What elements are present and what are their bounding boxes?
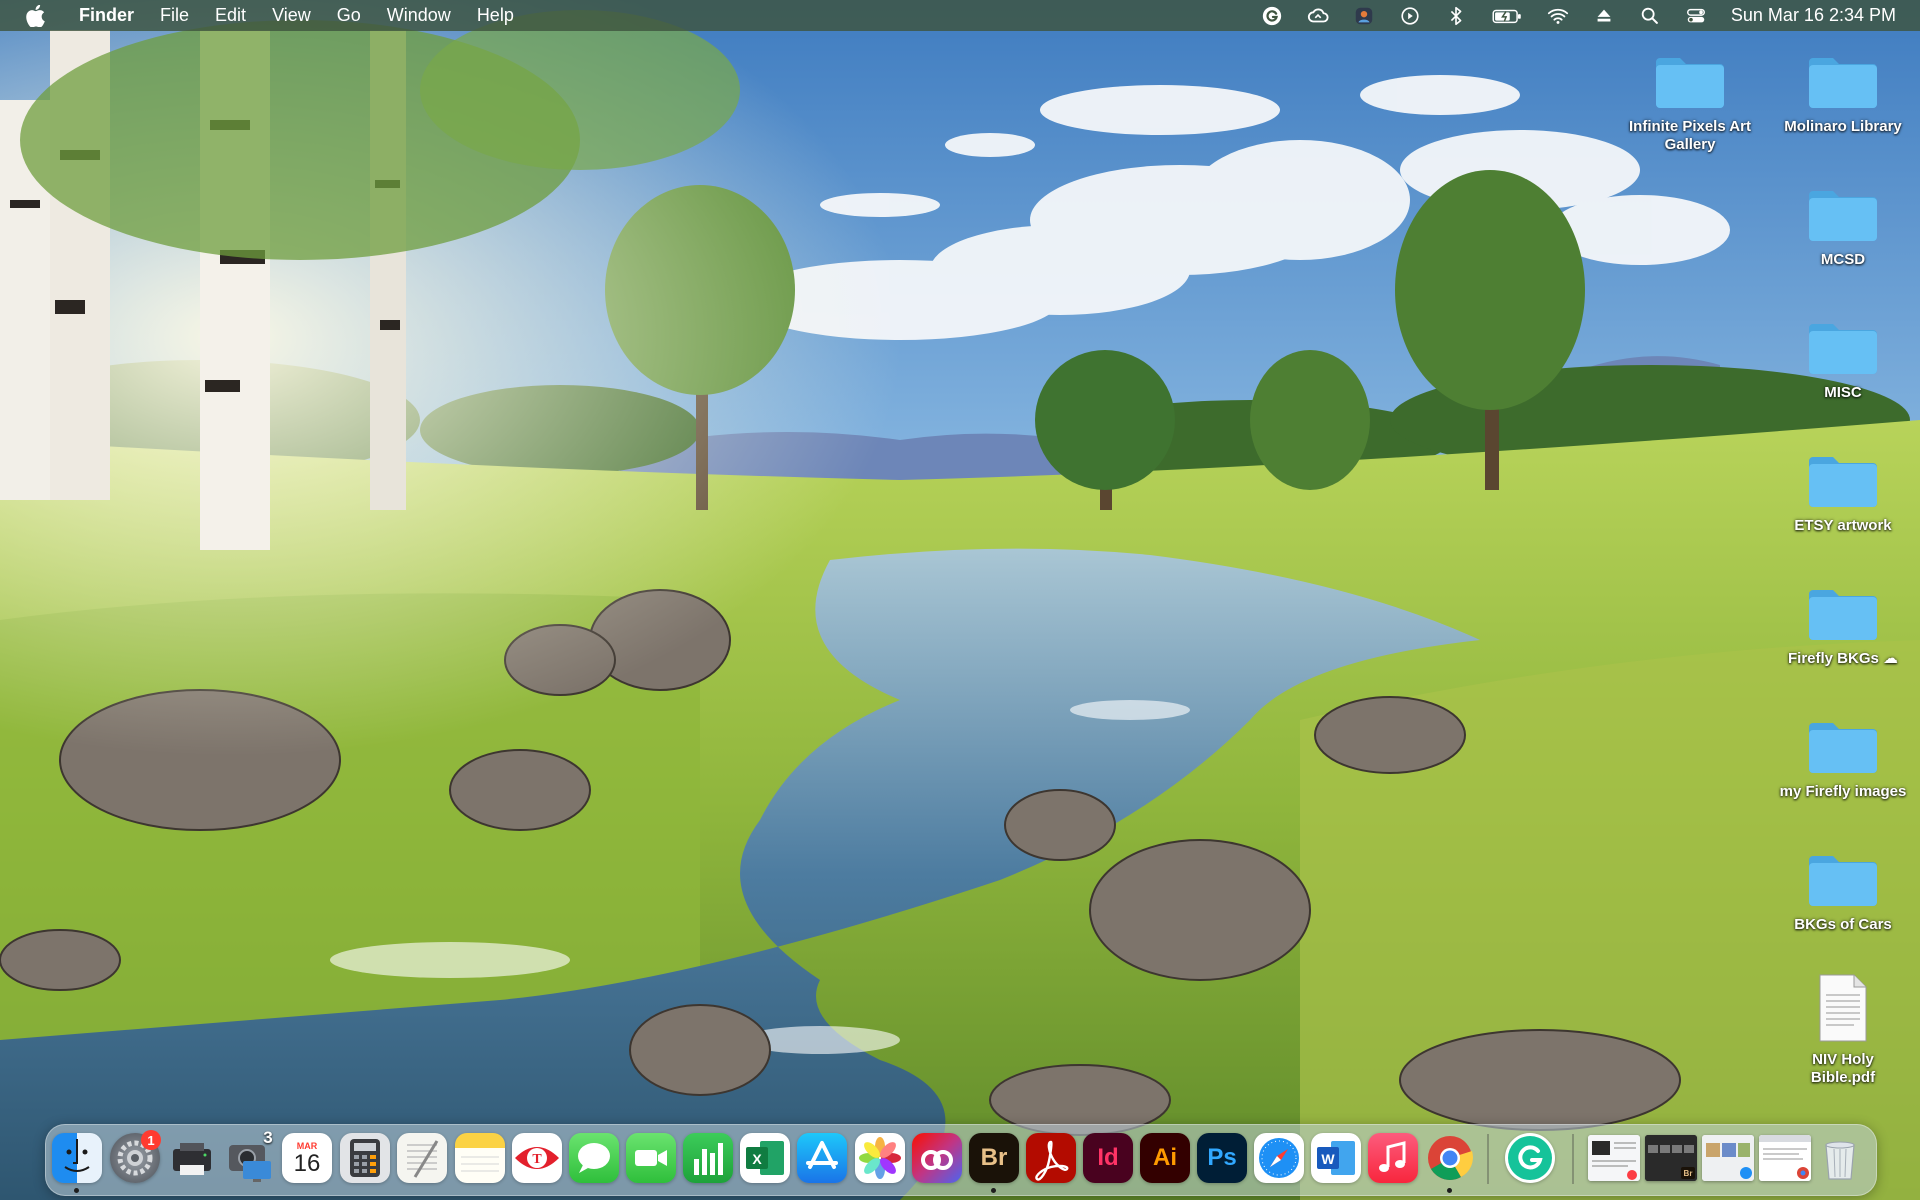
desktop-folder-molinaro-library[interactable]: Molinaro Library [1768, 52, 1918, 136]
folder-icon [1809, 457, 1877, 507]
pdf-document-icon [1819, 974, 1867, 1042]
folder-icon [1809, 856, 1877, 906]
minimized-safari-window-thumbnail[interactable] [1702, 1135, 1754, 1181]
dock-indesign-icon[interactable]: Id [1083, 1133, 1133, 1183]
running-indicator [1447, 1188, 1452, 1193]
menu-file[interactable]: File [147, 0, 202, 31]
minimized-window-thumbnail[interactable] [1588, 1135, 1640, 1181]
dock-excel-icon[interactable]: X [740, 1133, 790, 1183]
dock-separator [1487, 1134, 1489, 1184]
desktop-item-label: Firefly BKGs ☁ [1788, 650, 1898, 668]
dock-creative-cloud-icon[interactable] [912, 1133, 962, 1183]
dock-chrome-icon[interactable] [1425, 1133, 1475, 1183]
profile-icon[interactable] [1352, 4, 1376, 28]
calendar-day: 16 [293, 1150, 321, 1177]
dock-illustrator-icon[interactable]: Ai [1140, 1133, 1190, 1183]
grammarly-icon[interactable] [1260, 4, 1284, 28]
desktop-wallpaper [0, 0, 1920, 1200]
folder-icon [1809, 191, 1877, 241]
folder-icon [1809, 324, 1877, 374]
desktop-folder-infinite-pixels-art-gallery[interactable]: Infinite Pixels Art Gallery [1615, 52, 1765, 154]
menu-help[interactable]: Help [464, 0, 527, 31]
desktop-item-label: my Firefly images [1779, 783, 1907, 800]
dock-music-icon[interactable] [1368, 1133, 1418, 1183]
desktop-item-label-text: Firefly BKGs [1787, 650, 1879, 667]
dock-trash-icon[interactable] [1815, 1133, 1865, 1183]
dock-calendar-icon[interactable]: MAR 16 [282, 1133, 332, 1183]
desktop-folder-mcsd[interactable]: MCSD [1768, 185, 1918, 269]
menu-bar-clock[interactable]: Sun Mar 16 2:34 PM [1731, 5, 1896, 26]
folder-icon [1809, 58, 1877, 108]
desktop-folder-firefly-bkgs[interactable]: Firefly BKGs ☁ [1768, 584, 1918, 668]
desktop-item-label: Infinite Pixels Art Gallery [1629, 118, 1751, 153]
menu-bar-status-area: Sun Mar 16 2:34 PM [1249, 0, 1920, 31]
dock-separator [1572, 1134, 1574, 1184]
dock-calculator-icon[interactable] [340, 1133, 390, 1183]
menu-go[interactable]: Go [324, 0, 374, 31]
dock-photos-icon[interactable] [855, 1133, 905, 1183]
minimized-browser-window-thumbnail[interactable] [1759, 1135, 1811, 1181]
running-indicator [74, 1188, 79, 1193]
dock-notes-icon[interactable] [455, 1133, 505, 1183]
menu-window[interactable]: Window [374, 0, 464, 31]
word-letter: W [1321, 1151, 1335, 1167]
dock-safari-icon[interactable] [1254, 1133, 1304, 1183]
dock-acrobat-icon[interactable] [1026, 1133, 1076, 1183]
icloud-icon: ☁ [1883, 650, 1899, 667]
dock-preview-icon[interactable]: T [512, 1133, 562, 1183]
dock-messages-icon[interactable] [569, 1133, 619, 1183]
bridge-thumb-letter: Br [1684, 1169, 1693, 1178]
svg-text:T: T [532, 1152, 542, 1167]
desktop-file-niv-holy-bible-pdf[interactable]: NIV Holy Bible.pdf [1768, 973, 1918, 1087]
folder-icon [1809, 723, 1877, 773]
apple-menu-icon[interactable] [24, 4, 46, 27]
excel-letter: X [752, 1151, 762, 1167]
desktop-item-label: NIV Holy Bible.pdf [1810, 1051, 1876, 1086]
menu-bar: Finder File Edit View Go Window Help Sun… [0, 0, 1920, 31]
dock-finder-icon[interactable] [52, 1133, 102, 1183]
menu-app-name[interactable]: Finder [66, 0, 147, 31]
dock-bridge-icon[interactable]: Br [969, 1133, 1019, 1183]
desktop-folder-misc[interactable]: MISC [1768, 318, 1918, 402]
desktop-item-label: Molinaro Library [1784, 118, 1902, 135]
notification-badge: 1 [141, 1130, 161, 1150]
folder-icon [1656, 58, 1724, 108]
wifi-icon[interactable] [1546, 4, 1570, 28]
bluetooth-icon[interactable] [1444, 4, 1468, 28]
folder-icon [1809, 590, 1877, 640]
search-icon[interactable] [1638, 4, 1662, 28]
menu-view[interactable]: View [259, 0, 324, 31]
desktop-item-label: MISC [1824, 384, 1862, 401]
running-indicator [991, 1188, 996, 1193]
dock-printer-icon[interactable] [167, 1133, 217, 1183]
menu-bar-left: Finder File Edit View Go Window Help [0, 0, 527, 31]
play-icon[interactable] [1398, 4, 1422, 28]
dock-textedit-icon[interactable] [397, 1133, 447, 1183]
battery-icon[interactable] [1490, 4, 1524, 28]
eject-icon[interactable] [1592, 4, 1616, 28]
desktop-item-label: MCSD [1820, 251, 1866, 268]
desktop-item-label: BKGs of Cars [1794, 916, 1892, 933]
dock-word-icon[interactable]: W [1311, 1133, 1361, 1183]
dock-grammarly-icon[interactable] [1505, 1133, 1555, 1183]
dock-facetime-icon[interactable] [626, 1133, 676, 1183]
control-center-icon[interactable] [1684, 4, 1708, 28]
desktop-folder-bkgs-of-cars[interactable]: BKGs of Cars [1768, 850, 1918, 934]
desktop-item-label: ETSY artwork [1794, 517, 1892, 534]
desktop-folder-my-firefly-images[interactable]: my Firefly images [1768, 717, 1918, 801]
screenshot-count-badge: 3 [263, 1128, 273, 1147]
desktop-folder-etsy-artwork[interactable]: ETSY artwork [1768, 451, 1918, 535]
dock-app-store-icon[interactable] [797, 1133, 847, 1183]
dock-photoshop-icon[interactable]: Ps [1197, 1133, 1247, 1183]
creative-cloud-icon[interactable] [1306, 4, 1330, 28]
minimized-bridge-window-thumbnail[interactable]: Br [1645, 1135, 1697, 1181]
menu-edit[interactable]: Edit [202, 0, 259, 31]
dock-numbers-icon[interactable] [683, 1133, 733, 1183]
